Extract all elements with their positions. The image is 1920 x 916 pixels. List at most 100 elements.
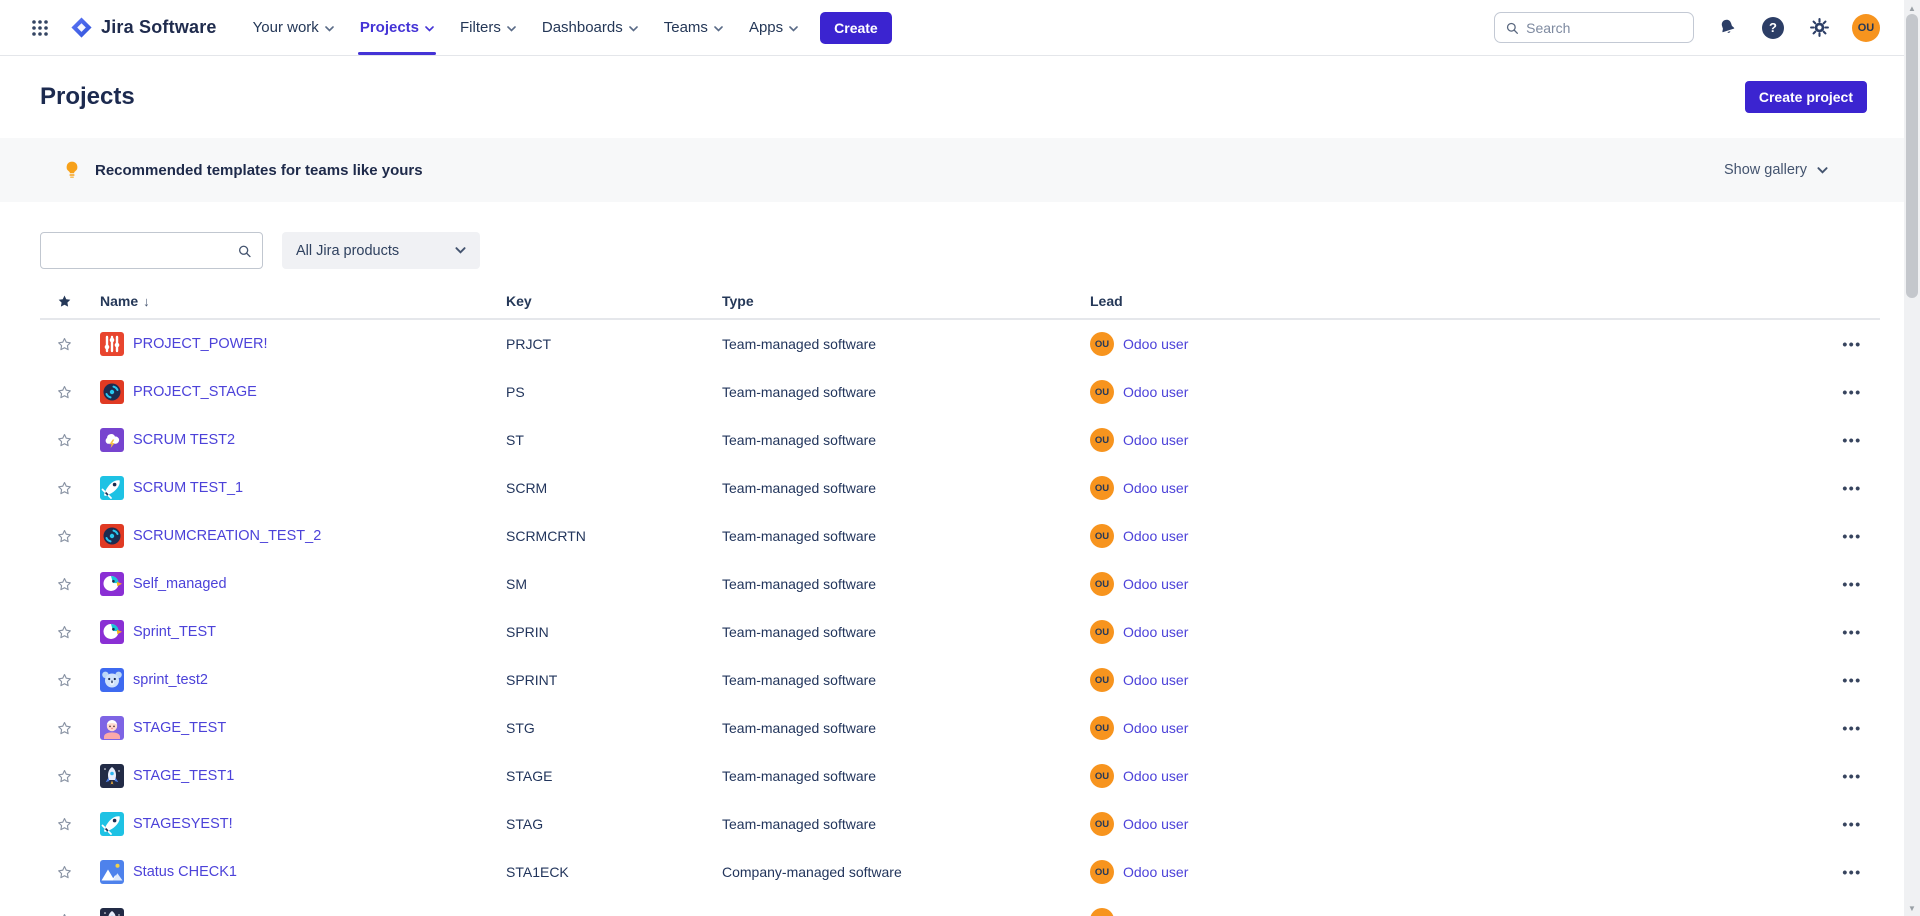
more-actions-button[interactable]: ••• (1836, 764, 1867, 788)
search-input[interactable] (1526, 20, 1683, 36)
more-actions-button[interactable]: ••• (1836, 332, 1867, 356)
project-name-link[interactable]: PROJECT_STAGE (133, 384, 257, 400)
lead-link[interactable]: Odoo user (1123, 432, 1188, 448)
project-name-link[interactable]: Sprint_TEST (133, 624, 216, 640)
project-name-link[interactable]: STAGE_TEST (133, 720, 226, 736)
more-actions-button[interactable]: ••• (1836, 716, 1867, 740)
lead-link[interactable]: Odoo user (1123, 576, 1188, 592)
lead-link[interactable]: Odoo user (1123, 624, 1188, 640)
more-actions-button[interactable]: ••• (1836, 380, 1867, 404)
lead-column-header[interactable]: Lead (1090, 293, 1824, 309)
star-toggle[interactable] (56, 576, 73, 593)
star-toggle[interactable] (56, 864, 73, 881)
create-project-button[interactable]: Create project (1745, 81, 1867, 113)
more-actions-button[interactable]: ••• (1836, 428, 1867, 452)
star-toggle[interactable] (56, 336, 73, 353)
vertical-scrollbar[interactable]: ▲ ▼ (1904, 0, 1920, 916)
star-toggle[interactable] (56, 720, 73, 737)
chevron-down-icon (789, 26, 798, 32)
star-toggle[interactable] (56, 624, 73, 641)
star-toggle[interactable] (56, 816, 73, 833)
lead-link[interactable]: Odoo user (1123, 864, 1188, 880)
create-button[interactable]: Create (820, 12, 892, 44)
type-column-header[interactable]: Type (722, 293, 1090, 309)
help-icon[interactable]: ? (1760, 15, 1786, 41)
app-switcher-icon[interactable] (24, 12, 56, 44)
project-search-input[interactable] (51, 243, 237, 259)
more-actions-button[interactable]: ••• (1836, 812, 1867, 836)
lead-link[interactable]: Odoo user (1123, 720, 1188, 736)
star-outline-icon (56, 768, 73, 785)
more-actions-button[interactable]: ••• (1836, 908, 1867, 916)
nav-item-apps[interactable]: Apps (741, 0, 806, 55)
more-actions-button[interactable]: ••• (1836, 572, 1867, 596)
jira-logo[interactable]: Jira Software (70, 16, 217, 39)
project-name-link[interactable]: STAGE_TEST1 (133, 768, 234, 784)
product-filter-dropdown[interactable]: All Jira products (282, 232, 480, 269)
global-search[interactable] (1494, 12, 1694, 43)
lead-avatar: OU (1090, 812, 1114, 836)
lead-link[interactable]: Odoo user (1123, 384, 1188, 400)
star-toggle[interactable] (56, 432, 73, 449)
lead-link[interactable]: Odoo user (1123, 528, 1188, 544)
settings-gear-icon[interactable] (1806, 15, 1832, 41)
key-column-header[interactable]: Key (506, 293, 722, 309)
lightbulb-icon (62, 160, 82, 180)
star-toggle[interactable] (56, 912, 73, 916)
project-type: Team-managed software (722, 336, 1090, 352)
recommended-templates-banner: Recommended templates for teams like you… (0, 138, 1920, 202)
more-actions-button[interactable]: ••• (1836, 620, 1867, 644)
star-filled-icon (56, 293, 73, 310)
star-outline-icon (56, 576, 73, 593)
table-row: Status CHECK1 STA1ECK Company-managed so… (40, 848, 1880, 896)
nav-item-projects[interactable]: Projects (352, 0, 442, 55)
lead-link[interactable]: Odoo user (1123, 480, 1188, 496)
user-avatar[interactable]: OU (1852, 14, 1880, 42)
nav-item-your-work[interactable]: Your work (245, 0, 342, 55)
more-actions-button[interactable]: ••• (1836, 524, 1867, 548)
lead-link[interactable]: Odoo user (1123, 816, 1188, 832)
nav-item-teams[interactable]: Teams (656, 0, 731, 55)
lead-avatar: OU (1090, 476, 1114, 500)
nav-item-dashboards[interactable]: Dashboards (534, 0, 646, 55)
project-name-link[interactable]: SCRUM TEST_1 (133, 480, 243, 496)
star-toggle[interactable] (56, 672, 73, 689)
show-gallery-button[interactable]: Show gallery (1724, 162, 1828, 178)
lead-link[interactable]: Odoo user (1123, 672, 1188, 688)
lead-avatar: OU (1090, 764, 1114, 788)
lead-link[interactable]: Odoo user (1123, 336, 1188, 352)
project-name-link[interactable]: STAGESYEST! (133, 816, 233, 832)
star-toggle[interactable] (56, 384, 73, 401)
top-navbar: Jira Software Your workProjectsFiltersDa… (0, 0, 1920, 56)
lead-avatar: OU (1090, 332, 1114, 356)
star-column-header[interactable] (56, 293, 73, 310)
star-toggle[interactable] (56, 768, 73, 785)
star-toggle[interactable] (56, 480, 73, 497)
project-name-link[interactable]: PROJECT_POWER! (133, 336, 268, 352)
star-toggle[interactable] (56, 528, 73, 545)
scrollbar-thumb[interactable] (1906, 14, 1918, 298)
project-key: PRJCT (506, 336, 722, 352)
name-column-header[interactable]: Name ↓ (88, 293, 506, 309)
project-key: SPRIN (506, 624, 722, 640)
nav-item-filters[interactable]: Filters (452, 0, 524, 55)
project-name-link[interactable]: sprint_test2 (133, 672, 208, 688)
filter-bar: All Jira products (40, 232, 1880, 269)
project-type: Team-managed software (722, 432, 1090, 448)
project-icon-mountains (100, 860, 124, 884)
more-actions-button[interactable]: ••• (1836, 476, 1867, 500)
project-name-link[interactable]: SCRUMCREATION_TEST_2 (133, 528, 321, 544)
more-actions-button[interactable]: ••• (1836, 668, 1867, 692)
scroll-down-arrow[interactable]: ▼ (1904, 902, 1920, 914)
lead-avatar: OU (1090, 380, 1114, 404)
project-name-link[interactable]: Status CHECK1 (133, 864, 237, 880)
project-filter-search[interactable] (40, 232, 263, 269)
project-icon-rocket-dark (100, 908, 124, 916)
project-name-link[interactable]: SCRUM TEST2 (133, 432, 235, 448)
scroll-up-arrow[interactable]: ▲ (1904, 2, 1920, 14)
lead-link[interactable]: Odoo user (1123, 768, 1188, 784)
more-actions-button[interactable]: ••• (1836, 860, 1867, 884)
project-name-link[interactable]: Self_managed (133, 576, 227, 592)
chevron-down-icon (629, 26, 638, 32)
notifications-bell-icon[interactable] (1714, 15, 1740, 41)
